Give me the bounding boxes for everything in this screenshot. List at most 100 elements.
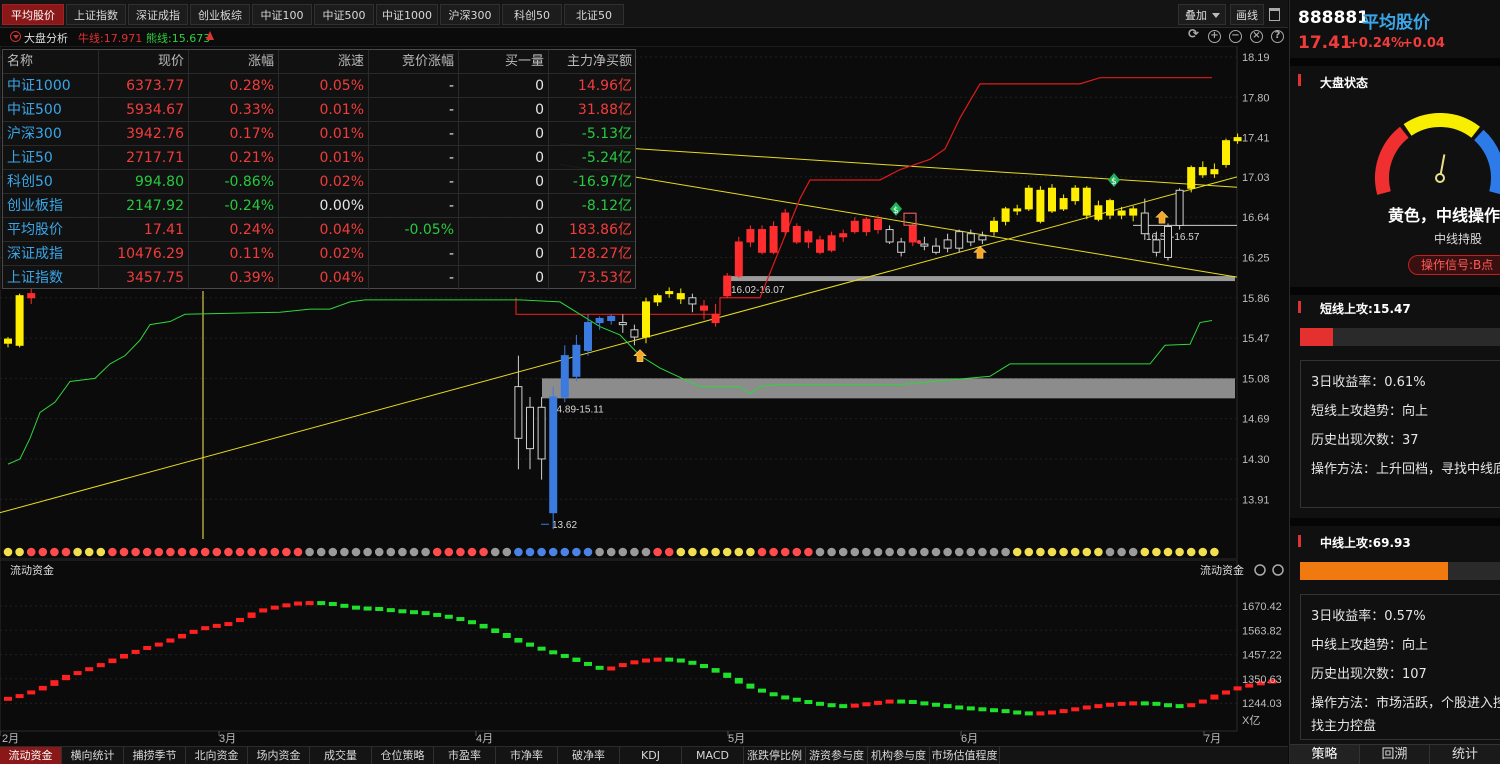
short-return: 3日收益率：0.61% xyxy=(1311,375,1426,390)
bottom-tab[interactable]: 场内资金 xyxy=(248,747,310,764)
table-cell: -8.12亿 xyxy=(581,198,632,214)
strategy-panel: 888881 平均股价 17.41 +0.24% +0.04 大盘状态 黄色，中… xyxy=(1289,0,1500,764)
bottom-tab[interactable]: 市净率 xyxy=(496,747,558,764)
fund-bar xyxy=(201,626,210,631)
candle-body xyxy=(955,231,964,249)
tab-csi500[interactable]: 中证500 xyxy=(314,4,374,25)
col-name[interactable]: 名称 xyxy=(3,50,99,74)
candle-body xyxy=(711,313,720,324)
bottom-tab[interactable]: 横向统计 xyxy=(62,747,124,764)
signal-dot xyxy=(224,547,233,557)
table-row[interactable]: 科创50 994.80 -0.86% 0.02% -0 -16.97亿 xyxy=(3,170,635,194)
tab-avg-price[interactable]: 平均股价 xyxy=(2,4,64,25)
bottom-tab[interactable]: KDJ xyxy=(620,747,682,764)
fund-bar xyxy=(618,663,627,668)
tab-backtest[interactable]: 回溯 xyxy=(1360,745,1430,764)
signal-dot xyxy=(328,547,338,557)
buy-arrow xyxy=(1155,210,1169,224)
tab-star50[interactable]: 科创50 xyxy=(502,4,562,25)
fund-bar xyxy=(839,704,848,709)
fund-bar xyxy=(792,697,801,702)
col-bid-vol[interactable]: 买一量 xyxy=(459,50,549,74)
tab-csi1000[interactable]: 中证1000 xyxy=(376,4,438,25)
tab-csi100[interactable]: 中证100 xyxy=(252,4,312,25)
table-row[interactable]: 创业板指 2147.92 -0.24% 0.00% -0 -8.12亿 xyxy=(3,194,635,218)
table-row[interactable]: 中证500 5934.67 0.33% 0.01% -0 31.88亿 xyxy=(3,98,635,122)
draw-line-button[interactable]: 画线 xyxy=(1230,4,1264,25)
col-auction[interactable]: 竞价涨幅 xyxy=(369,50,459,74)
tab-bse50[interactable]: 北证50 xyxy=(564,4,624,25)
bottom-tab[interactable]: 成交量 xyxy=(310,747,372,764)
bottom-tab[interactable]: 捕捞季节 xyxy=(124,747,186,764)
stock-code: 888881 xyxy=(1298,8,1369,28)
price-tick: 16.25 xyxy=(1242,252,1270,264)
signal-dot xyxy=(38,547,48,557)
table-row[interactable]: 深证成指 10476.29 0.11% 0.02% -0 128.27亿 xyxy=(3,242,635,266)
zoom-out-icon[interactable]: − xyxy=(1229,30,1242,43)
fund-bar xyxy=(908,700,917,705)
candle-body xyxy=(850,220,859,233)
tab-strategy[interactable]: 策略 xyxy=(1290,745,1360,764)
fund-bar xyxy=(1187,703,1196,708)
table-cell: 0.11% xyxy=(189,242,279,266)
bottom-tab[interactable]: 市盈率 xyxy=(434,747,496,764)
table-row[interactable]: 平均股价 17.41 0.24% 0.04% -0.05% 0 183.86亿 xyxy=(3,218,635,242)
collapse-icon[interactable] xyxy=(10,31,21,42)
date-tick: 4月 xyxy=(476,733,493,745)
bottom-tab[interactable]: 流动资金 xyxy=(0,747,62,764)
bottom-tab[interactable]: MACD xyxy=(682,747,744,764)
table-row[interactable]: 上证50 2717.71 0.21% 0.01% -0 -5.24亿 xyxy=(3,146,635,170)
signal-dot xyxy=(862,547,871,557)
fund-flow-chart[interactable]: 流动资金 流动资金 1670.42 1563.82 1457.22 1350.63 124… xyxy=(0,560,1288,746)
bottom-tab[interactable]: 涨跌停比例 xyxy=(744,747,806,764)
col-speed[interactable]: 涨速 xyxy=(279,50,369,74)
signal-button[interactable]: 操作信号:B点 xyxy=(1408,255,1500,275)
refresh-icon[interactable]: ⟳ xyxy=(1187,28,1200,43)
bottom-tab[interactable]: 仓位策略 xyxy=(372,747,434,764)
table-cell: 0.05% xyxy=(279,74,369,98)
bottom-tab[interactable]: 北向资金 xyxy=(186,747,248,764)
tab-sz-index[interactable]: 深证成指 xyxy=(128,4,188,25)
col-net-buy[interactable]: 主力净买额 xyxy=(549,50,636,74)
price-tick: 15.47 xyxy=(1242,333,1270,345)
close-icon[interactable]: × xyxy=(1250,30,1263,43)
fund-frame xyxy=(0,560,1238,732)
help-icon[interactable]: ? xyxy=(1271,30,1284,43)
tab-statistics[interactable]: 统计 xyxy=(1430,745,1500,764)
table-row[interactable]: 沪深300 3942.76 0.17% 0.01% -0 -5.13亿 xyxy=(3,122,635,146)
change-pct: +0.24% xyxy=(1348,36,1404,51)
signal-dot xyxy=(1094,547,1103,557)
fund-bar xyxy=(85,667,94,672)
candle-body xyxy=(804,231,813,243)
signal-dot xyxy=(456,547,465,557)
fund-bar xyxy=(1001,709,1010,714)
col-change-pct[interactable]: 涨幅 xyxy=(189,50,279,74)
overlay-dropdown[interactable]: 叠加 xyxy=(1178,4,1226,25)
dollar-glyph: $ xyxy=(893,206,899,216)
table-row[interactable]: 上证指数 3457.75 0.39% 0.04% -0 73.53亿 xyxy=(3,266,635,290)
signal-dot xyxy=(966,547,976,557)
table-cell: 0 xyxy=(459,266,549,290)
signal-dot xyxy=(560,547,570,557)
bottom-tab[interactable]: 市场估值程度 xyxy=(930,747,1000,764)
tab-cyb-composite[interactable]: 创业板综 xyxy=(190,4,250,25)
fund-bar xyxy=(584,661,592,666)
tab-sh-index[interactable]: 上证指数 xyxy=(66,4,126,25)
fund-bar xyxy=(375,607,384,612)
trash-icon[interactable] xyxy=(1269,8,1280,21)
signal-dot xyxy=(1163,547,1173,557)
signal-dot xyxy=(954,547,964,557)
signal-dot xyxy=(351,547,361,557)
fund-bar xyxy=(38,685,47,691)
table-row[interactable]: 中证1000 6373.77 0.28% 0.05% -0 14.96亿 xyxy=(3,74,635,98)
bottom-tab[interactable]: 游资参与度 xyxy=(806,747,868,764)
bottom-tab[interactable]: 破净率 xyxy=(558,747,620,764)
fund-bar xyxy=(27,690,36,695)
signal-dot xyxy=(664,547,674,557)
tab-hs300[interactable]: 沪深300 xyxy=(440,4,500,25)
col-price[interactable]: 现价 xyxy=(99,50,189,74)
zoom-in-icon[interactable]: + xyxy=(1208,30,1221,43)
signal-dot xyxy=(734,547,744,557)
bottom-tab[interactable]: 机构参与度 xyxy=(868,747,930,764)
table-cell: 183.86亿 xyxy=(569,222,632,238)
